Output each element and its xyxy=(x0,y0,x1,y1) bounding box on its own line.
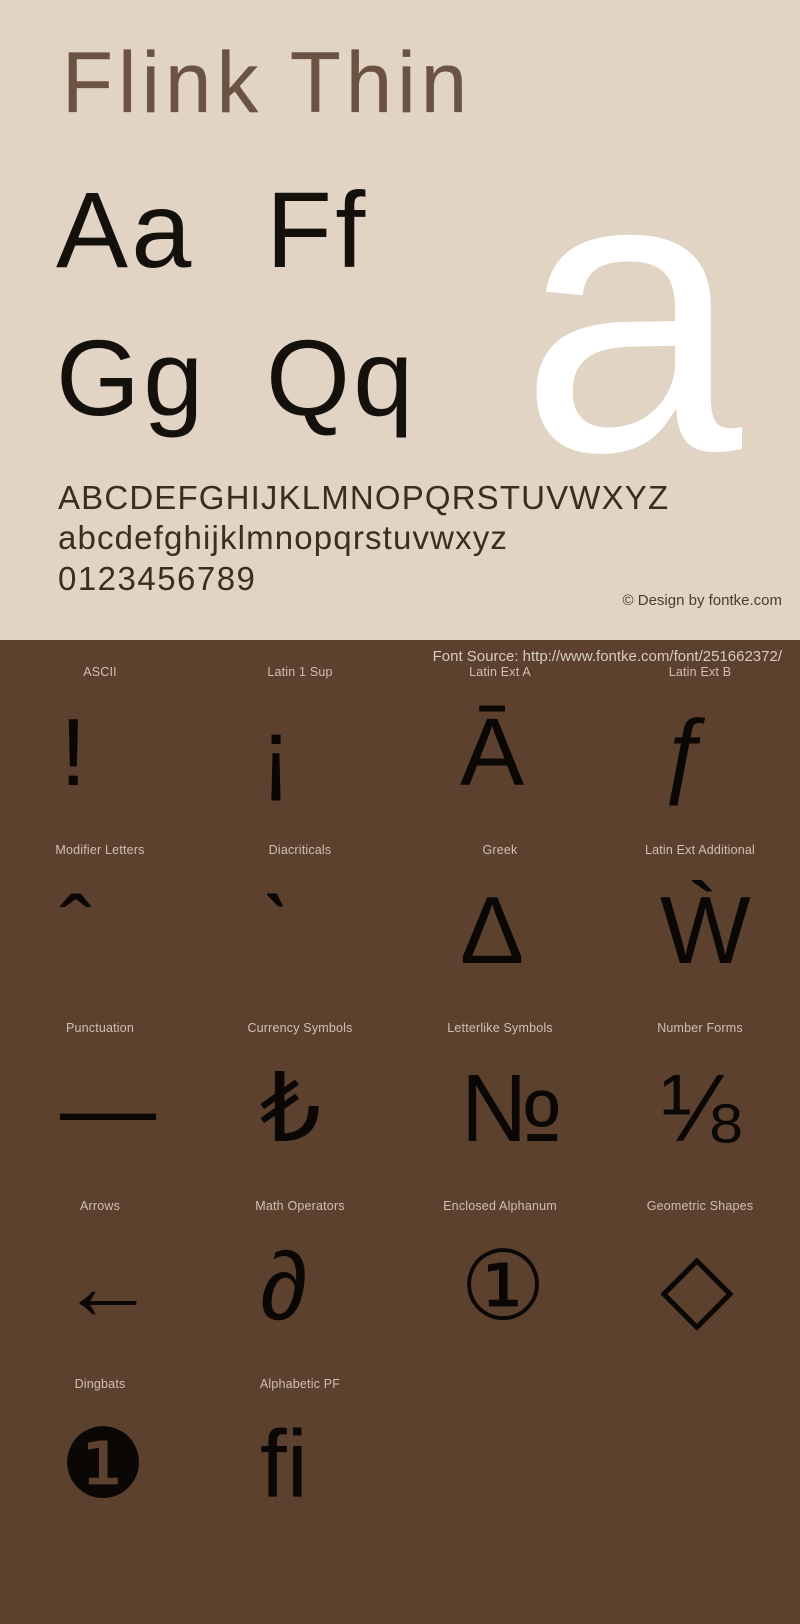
unicode-block-arrows: Arrows ← xyxy=(0,1194,200,1372)
hero-glyph-a: a xyxy=(519,88,742,535)
unicode-block-glyph: ƒ xyxy=(660,699,714,806)
unicode-block-label: Latin Ext A xyxy=(469,665,531,679)
unicode-block-glyph: ﬁ xyxy=(260,1411,308,1518)
letter-pair-Ff: Ff xyxy=(266,169,369,290)
unicode-block-label: Geometric Shapes xyxy=(646,1199,754,1213)
unicode-block-label: Punctuation xyxy=(65,1021,135,1035)
unicode-block-label: Number Forms xyxy=(657,1021,743,1035)
unicode-block-number-forms: Number Forms ⅛ xyxy=(600,1016,800,1194)
letter-pair-Gg: Gg xyxy=(56,317,207,438)
unicode-block-greek: Greek Δ xyxy=(400,838,600,1016)
unicode-block-glyph: ⅛ xyxy=(660,1055,741,1162)
unicode-block-label: Arrows xyxy=(79,1199,121,1213)
letter-pair-grid: Aa Ff Gg Qq xyxy=(56,176,476,472)
unicode-block-punctuation: Punctuation — xyxy=(0,1016,200,1194)
unicode-block-label: Math Operators xyxy=(255,1199,345,1213)
unicode-block-glyph: ① xyxy=(460,1233,547,1340)
unicode-block-glyph: ∂ xyxy=(260,1233,308,1340)
unicode-block-glyph: № xyxy=(460,1055,563,1162)
unicode-block-letterlike-symbols: Letterlike Symbols № xyxy=(400,1016,600,1194)
unicode-block-label: Latin Ext Additional xyxy=(644,843,756,857)
unicode-block-label: Greek xyxy=(482,843,518,857)
unicode-block-label: Latin 1 Sup xyxy=(267,665,333,679)
unicode-block-glyph: Δ xyxy=(460,877,525,984)
unicode-block-alphabetic-pf: Alphabetic PF ﬁ xyxy=(200,1372,400,1550)
alphabet-uppercase: ABCDEFGHIJKLMNOPQRSTUVWXYZ xyxy=(58,479,670,516)
unicode-block-label: Modifier Letters xyxy=(55,843,145,857)
unicode-block-ascii: ASCII! xyxy=(0,660,200,838)
unicode-block-label: Diacriticals xyxy=(268,843,332,857)
specimen-light-panel: a Flink Thin Aa Ff Gg Qq ABCDEFGHIJKLMNO… xyxy=(0,0,800,640)
unicode-block-glyph: ❶ xyxy=(60,1411,147,1518)
unicode-block-latin-1-sup: Latin 1 Sup ¡ xyxy=(200,660,400,838)
letter-pair-row: Aa Ff xyxy=(56,176,476,324)
unicode-block-glyph: ! xyxy=(60,699,87,806)
unicode-block-glyph: — xyxy=(60,1055,156,1162)
unicode-block-modifier-letters: Modifier Letters ˆ xyxy=(0,838,200,1016)
letter-pair-Aa: Aa xyxy=(56,169,195,290)
unicode-blocks-grid: ASCII! Latin 1 Sup ¡ Latin Ext A Ā Latin Ext … xyxy=(0,660,800,1550)
unicode-block-label: Dingbats xyxy=(74,1377,126,1391)
unicode-block-glyph: Ẁ xyxy=(660,877,751,984)
design-credit: © Design by fontke.com xyxy=(622,592,782,609)
letter-pair-row: Gg Qq xyxy=(56,324,476,472)
unicode-block-math-operators: Math Operators ∂ xyxy=(200,1194,400,1372)
unicode-block-label: Latin Ext B xyxy=(668,665,732,679)
unicode-block-glyph: ˆ xyxy=(60,877,92,984)
specimen-dark-panel: Font Source: http://www.fontke.com/font/… xyxy=(0,640,800,1624)
unicode-block-geometric-shapes: Geometric Shapes ◇ xyxy=(600,1194,800,1372)
alphabet-lowercase: abcdefghijklmnopqrstuvwxyz xyxy=(58,519,509,557)
unicode-block-diacriticals: Diacriticals ˋ xyxy=(200,838,400,1016)
unicode-block-label: Alphabetic PF xyxy=(259,1377,341,1391)
unicode-block-enclosed-alphanum: Enclosed Alphanum ① xyxy=(400,1194,600,1372)
unicode-block-glyph: ¡ xyxy=(260,699,292,806)
unicode-block-glyph: ₺ xyxy=(260,1055,322,1162)
unicode-block-glyph: Ā xyxy=(460,699,525,806)
unicode-block-currency-symbols: Currency Symbols ₺ xyxy=(200,1016,400,1194)
unicode-block-glyph: ← xyxy=(60,1233,156,1340)
unicode-block-label: Letterlike Symbols xyxy=(447,1021,553,1035)
unicode-block-glyph: ˋ xyxy=(260,877,292,984)
unicode-block-label: Currency Symbols xyxy=(247,1021,353,1035)
alphabet-block: ABCDEFGHIJKLMNOPQRSTUVWXYZ abcdefghijklm… xyxy=(58,478,758,599)
unicode-block-glyph: ◇ xyxy=(660,1233,734,1340)
font-title: Flink Thin xyxy=(62,35,473,131)
unicode-block-label: Enclosed Alphanum xyxy=(443,1199,557,1213)
unicode-block-label: ASCII xyxy=(83,665,117,679)
unicode-block-latin-ext-additional: Latin Ext Additional Ẁ xyxy=(600,838,800,1016)
unicode-block-latin-ext-a: Latin Ext A Ā xyxy=(400,660,600,838)
unicode-block-dingbats: Dingbats ❶ xyxy=(0,1372,200,1550)
unicode-block-latin-ext-b: Latin Ext B ƒ xyxy=(600,660,800,838)
letter-pair-Qq: Qq xyxy=(266,317,417,438)
